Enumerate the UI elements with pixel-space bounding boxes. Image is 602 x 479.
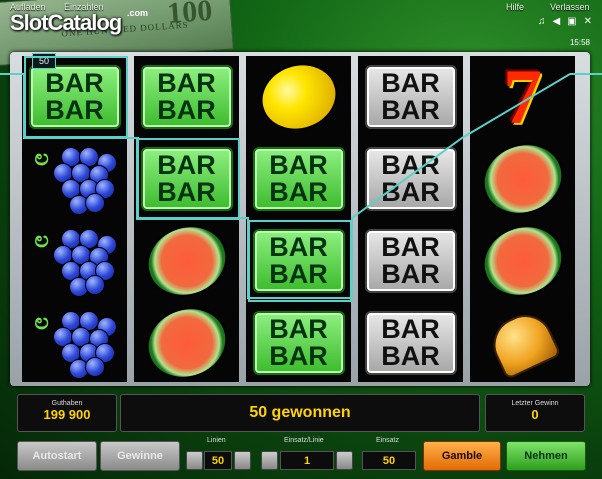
melon-icon	[472, 213, 573, 308]
win-highlight-1	[24, 56, 128, 138]
fullscreen-icon[interactable]: ▣	[567, 16, 576, 27]
guthaben-panel: Guthaben 199 900	[17, 394, 117, 432]
bar-symbol: BAR BAR	[364, 64, 457, 129]
win-highlight-3	[248, 220, 352, 302]
bar-text: BAR	[381, 231, 440, 262]
lemon-icon	[251, 53, 346, 140]
grape-icon: ಲ	[35, 143, 117, 215]
autostart-button[interactable]: Autostart	[17, 441, 97, 471]
symbol-bar-green: BAR BAR	[134, 56, 239, 137]
speaker-icon[interactable]: ◀	[552, 16, 560, 27]
logo: SlotCatalog	[10, 10, 122, 35]
message-panel: 50 gewonnen	[120, 394, 480, 432]
symbol-melon	[134, 295, 239, 390]
linien-label: Linien	[207, 437, 226, 444]
top-icons: ♫ ◀ ▣ ✕	[538, 16, 592, 27]
symbol-bar-grey: BAR BAR	[358, 220, 463, 301]
bar-text: BAR	[269, 340, 328, 371]
symbol-seven: 7	[470, 53, 575, 140]
linien-value: 50	[204, 451, 232, 470]
music-icon[interactable]: ♫	[538, 16, 546, 27]
bar-text: BAR	[269, 313, 328, 344]
win-highlight-2	[136, 138, 240, 220]
linien-minus-button[interactable]	[186, 451, 203, 470]
bar-symbol: BAR BAR	[364, 310, 457, 375]
bar-text: BAR	[157, 67, 216, 98]
einsatz-linie-plus-button[interactable]	[336, 451, 353, 470]
bar-symbol: BAR BAR	[364, 146, 457, 211]
bar-text: BAR	[381, 258, 440, 289]
melon-icon	[472, 131, 573, 226]
linien-plus-button[interactable]	[234, 451, 251, 470]
symbol-melon	[470, 131, 575, 226]
logo-suffix: .com	[127, 8, 149, 18]
nehmen-button[interactable]: Nehmen	[506, 441, 586, 471]
symbol-grape: ಲ	[22, 138, 127, 219]
gamble-button[interactable]: Gamble	[423, 441, 501, 471]
symbol-melon	[470, 213, 575, 308]
bar-symbol: BAR BAR	[364, 228, 457, 293]
symbol-bar-grey: BAR BAR	[358, 302, 463, 383]
symbol-bar-grey: BAR BAR	[358, 138, 463, 219]
letzter-gewinn-panel: Letzter Gewinn 0	[485, 394, 585, 432]
bar-symbol: BAR BAR	[252, 146, 345, 211]
symbol-bar-green: BAR BAR	[246, 302, 351, 383]
bar-text: BAR	[269, 149, 328, 180]
letzter-gewinn-label: Letzter Gewinn	[511, 400, 559, 407]
win-message: 50 gewonnen	[249, 404, 351, 421]
bell-icon	[483, 305, 562, 380]
symbol-grape: ಲ	[22, 302, 127, 383]
symbol-bar-grey: BAR BAR	[358, 56, 463, 137]
melon-icon	[136, 213, 237, 308]
seven-icon: 7	[503, 52, 542, 140]
hilfe-button[interactable]: Hilfe	[506, 2, 524, 12]
verlassen-button[interactable]: Verlassen	[550, 2, 590, 12]
bar-text: BAR	[381, 340, 440, 371]
bar-text: BAR	[381, 67, 440, 98]
grape-icon: ಲ	[35, 307, 117, 379]
guthaben-label: Guthaben	[51, 400, 83, 407]
einsatz-linie-label: Einsatz/Linie	[284, 437, 324, 444]
guthaben-value: 199 900	[43, 407, 91, 422]
bar-text: BAR	[157, 94, 216, 125]
bar-text: BAR	[381, 176, 440, 207]
symbol-grape: ಲ	[22, 220, 127, 301]
melon-icon	[136, 295, 237, 390]
einsatz-linie-minus-button[interactable]	[261, 451, 278, 470]
close-icon[interactable]: ✕	[584, 16, 592, 27]
einsatz-value: 50	[362, 451, 416, 470]
reel-3: BAR BAR BAR BAR BAR BAR	[246, 53, 351, 383]
einsatz-label: Einsatz	[376, 437, 399, 444]
letzter-gewinn-value: 0	[531, 407, 539, 422]
bar-text: BAR	[269, 176, 328, 207]
gewinne-button[interactable]: Gewinne	[100, 441, 180, 471]
einsatz-linie-value: 1	[280, 451, 334, 470]
grape-icon: ಲ	[35, 225, 117, 297]
reel-4: BAR BAR BAR BAR BAR BAR BAR BAR	[358, 56, 463, 382]
reel-5: 7	[470, 53, 575, 383]
symbol-lemon	[246, 53, 351, 140]
bar-symbol: BAR BAR	[140, 64, 233, 129]
clock: 15:58	[569, 38, 590, 47]
symbol-bar-green: BAR BAR	[246, 138, 351, 219]
bar-symbol: BAR BAR	[252, 310, 345, 375]
symbol-bell	[470, 302, 575, 383]
bar-text: BAR	[381, 94, 440, 125]
bar-text: BAR	[381, 149, 440, 180]
symbol-melon	[134, 213, 239, 308]
bar-text: BAR	[381, 313, 440, 344]
